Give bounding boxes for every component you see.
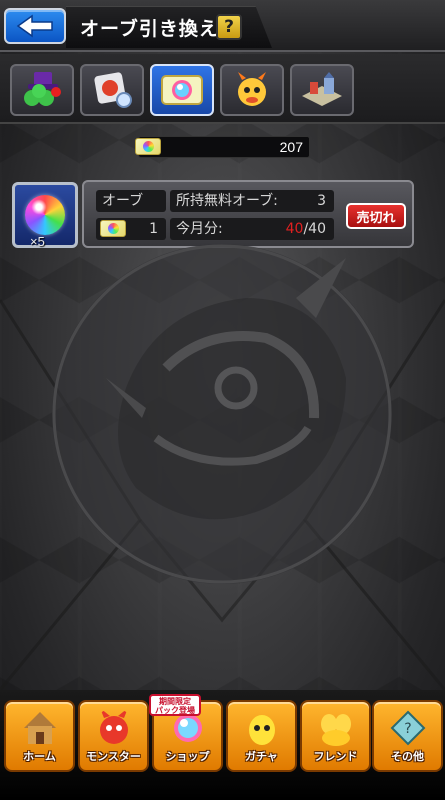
- monthly-count: 40/40: [286, 218, 326, 240]
- bottom-nav: ホーム モンスター ショップ ガチャ フレンド ? その他: [0, 690, 445, 800]
- nav-other-label: その他: [391, 750, 424, 763]
- cost-value: 1: [149, 221, 158, 237]
- back-button[interactable]: [4, 8, 66, 44]
- tab-orb-exchange[interactable]: [150, 64, 214, 116]
- dragon-emblem-icon: [52, 244, 392, 584]
- monthly-used: 40: [285, 221, 304, 237]
- free-orbs-label: 所持無料オーブ:: [176, 193, 278, 209]
- nav-friend-label: フレンド: [313, 750, 358, 763]
- page-title: オーブ引き換え: [80, 18, 219, 40]
- ticket-balance-value: 207: [279, 139, 303, 155]
- item-name: オーブ: [96, 190, 166, 212]
- nav-gacha[interactable]: ガチャ: [226, 700, 297, 772]
- nav-other[interactable]: ? その他: [372, 700, 443, 772]
- nav-monster-label: モンスター: [86, 750, 141, 763]
- orb-ticket-icon: [135, 138, 161, 155]
- nav-shop-label: ショップ: [165, 750, 210, 763]
- nav-home[interactable]: ホーム: [4, 700, 75, 772]
- header-bar: オーブ引き換え ?: [0, 0, 445, 52]
- limited-pack-badge: 期間限定 パック登場: [149, 694, 201, 716]
- monthly-limit-row: 今月分: 40/40: [170, 218, 334, 240]
- nav-friend[interactable]: フレンド: [300, 700, 371, 772]
- friends-icon: [320, 714, 351, 746]
- gacha-egg-icon: [248, 715, 275, 745]
- cost-row: 1: [96, 218, 166, 240]
- back-arrow-icon: [16, 14, 53, 38]
- monthly-limit: /40: [303, 221, 326, 237]
- tab-town-map[interactable]: [290, 64, 354, 116]
- nav-gacha-label: ガチャ: [245, 750, 278, 763]
- help-button[interactable]: ?: [216, 14, 242, 40]
- rainbow-orb-icon: [25, 195, 65, 235]
- ticket-balance: 207: [138, 136, 310, 158]
- tab-clover-hat[interactable]: [10, 64, 74, 116]
- nav-home-label: ホーム: [23, 750, 56, 763]
- category-tabs: [0, 54, 445, 124]
- tab-dragon-chick[interactable]: [220, 64, 284, 116]
- house-icon: [23, 712, 56, 744]
- free-orbs-row: 所持無料オーブ: 3: [170, 190, 334, 212]
- tab-item-bag[interactable]: [80, 64, 144, 116]
- dragon-chick-icon: [238, 72, 266, 106]
- orb-ticket-icon: [161, 75, 203, 105]
- item-bag-icon: [94, 72, 132, 108]
- orb-quantity: ×5: [30, 234, 45, 249]
- free-orbs-value: 3: [317, 193, 326, 209]
- sold-out-button[interactable]: 売切れ: [346, 203, 406, 229]
- monster-icon: [99, 708, 128, 744]
- cost-ticket-icon: [100, 220, 126, 237]
- svg-text:?: ?: [404, 721, 411, 737]
- nav-monster[interactable]: モンスター: [78, 700, 149, 772]
- town-map-icon: [302, 72, 342, 106]
- clover-hat-icon: [24, 72, 61, 106]
- monthly-label: 今月分:: [176, 221, 223, 237]
- other-icon: ?: [390, 710, 425, 746]
